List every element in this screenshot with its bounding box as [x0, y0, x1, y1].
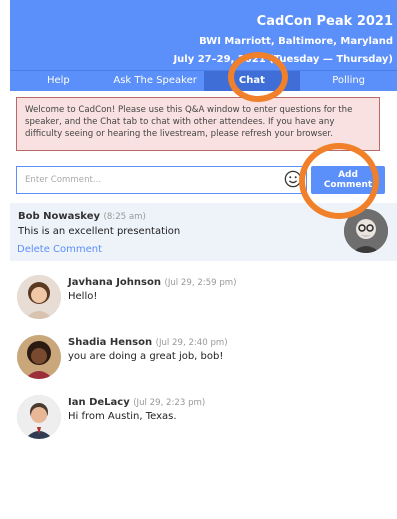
- comment-author-name: Shadia Henson: [68, 337, 153, 348]
- welcome-notice: Welcome to CadCon! Please use this Q&A w…: [16, 97, 380, 151]
- event-header: CadCon Peak 2021 BWI Marriott, Baltimore…: [10, 0, 397, 70]
- avatar-photo: [17, 335, 61, 379]
- highlight-circle-add-comment: [299, 143, 379, 219]
- tab-polling[interactable]: Polling: [300, 71, 397, 91]
- highlight-circle-chat: [228, 52, 288, 102]
- comment-time: (Jul 29, 2:40 pm): [155, 338, 228, 348]
- comment-text: Hello!: [68, 291, 98, 302]
- comment-text: This is an excellent presentation: [18, 226, 181, 237]
- comment-time: (Jul 29, 2:59 pm): [164, 278, 237, 288]
- comment-author: Javhana Johnson (Jul 29, 2:59 pm): [68, 277, 237, 288]
- avatar: [17, 335, 61, 379]
- list-item: Ian DeLacy (Jul 29, 2:23 pm) Hi from Aus…: [10, 395, 397, 445]
- avatar: [17, 275, 61, 319]
- comment-input[interactable]: [16, 166, 307, 194]
- comment-author: Shadia Henson (Jul 29, 2:40 pm): [68, 337, 228, 348]
- comment-author: Bob Nowaskey (8:25 am): [18, 211, 146, 222]
- comment-text: you are doing a great job, bob!: [68, 351, 224, 362]
- avatar-photo: [17, 275, 61, 319]
- event-venue: BWI Marriott, Baltimore, Maryland: [199, 36, 393, 47]
- comment-author-name: Javhana Johnson: [68, 277, 161, 288]
- comment-text: Hi from Austin, Texas.: [68, 411, 177, 422]
- tab-ask-the-speaker[interactable]: Ask The Speaker: [107, 71, 204, 91]
- event-title: CadCon Peak 2021: [256, 14, 393, 29]
- comment-author-name: Ian DeLacy: [68, 397, 130, 408]
- comment-author-name: Bob Nowaskey: [18, 211, 100, 222]
- list-item: Javhana Johnson (Jul 29, 2:59 pm) Hello!: [10, 275, 397, 325]
- list-item: Shadia Henson (Jul 29, 2:40 pm) you are …: [10, 335, 397, 385]
- avatar-photo: [17, 395, 61, 439]
- delete-comment-link[interactable]: Delete Comment: [17, 244, 102, 255]
- comment-author: Ian DeLacy (Jul 29, 2:23 pm): [68, 397, 205, 408]
- avatar: [17, 395, 61, 439]
- tab-bar: Help Ask The Speaker Chat Polling: [10, 70, 397, 91]
- comment-time: (8:25 am): [103, 212, 146, 222]
- comment-time: (Jul 29, 2:23 pm): [133, 398, 206, 408]
- tab-help[interactable]: Help: [10, 71, 107, 91]
